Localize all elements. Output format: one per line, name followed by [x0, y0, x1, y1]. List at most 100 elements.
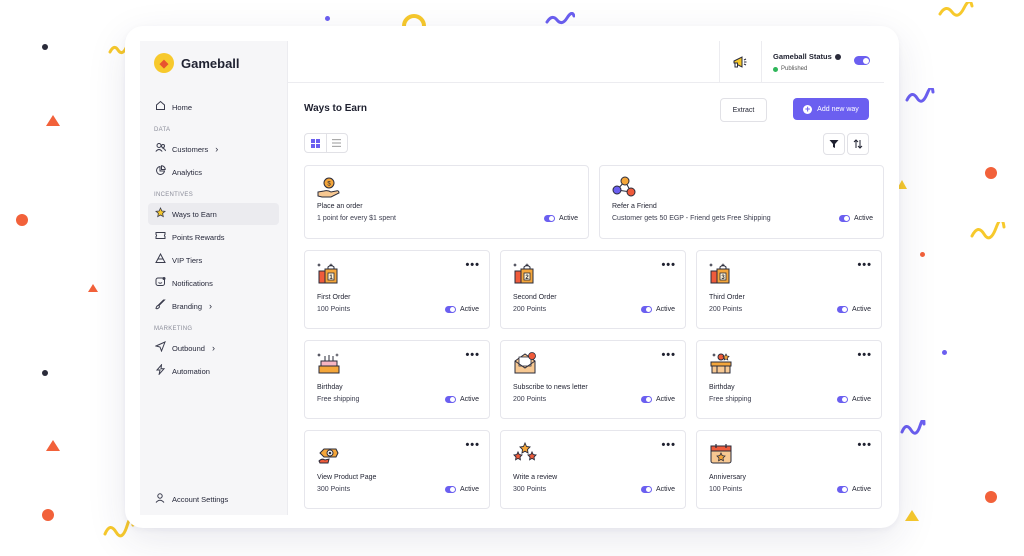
confetti-triangle [905, 510, 919, 521]
account-settings-button[interactable]: Account Settings [154, 493, 228, 506]
sidebar-item-analytics[interactable]: Analytics [148, 161, 279, 183]
card-status: Active [444, 396, 479, 403]
add-new-way-label: Add new way [817, 105, 859, 113]
chevron-right-icon: › [209, 301, 213, 311]
more-options-icon[interactable]: ••• [465, 259, 480, 271]
active-toggle[interactable] [444, 486, 456, 493]
sidebar-item-outbound[interactable]: Outbound › [148, 337, 279, 359]
card-status: Active [640, 306, 675, 313]
nav-section-label: MARKETING [154, 326, 193, 332]
more-options-icon[interactable]: ••• [661, 439, 676, 451]
card-status: Active [640, 486, 675, 493]
status-label: Active [851, 396, 871, 403]
sidebar-item-vip-tiers[interactable]: VIP Tiers [148, 249, 279, 271]
bolt-icon [154, 363, 166, 378]
filter-button[interactable] [823, 133, 845, 155]
earn-card[interactable]: Birthday Free shipping Active ••• [304, 340, 490, 419]
info-icon[interactable] [834, 54, 841, 61]
sidebar-item-label: Customers [172, 144, 209, 154]
active-toggle[interactable] [836, 486, 848, 493]
active-toggle[interactable] [640, 486, 652, 493]
grid-view-button[interactable] [305, 134, 327, 152]
sidebar-item-home[interactable]: Home [148, 96, 279, 118]
status-label: Active [558, 215, 578, 222]
tiers-icon [154, 252, 166, 267]
confetti-circle [985, 491, 997, 503]
active-toggle[interactable] [836, 396, 848, 403]
active-toggle[interactable] [640, 306, 652, 313]
ticket-icon [154, 230, 166, 244]
sidebar-item-automation[interactable]: Automation [148, 360, 279, 382]
grid-icon [310, 138, 320, 148]
confetti-squiggle [970, 222, 1006, 240]
sidebar-item-label: Points Rewards [172, 232, 225, 242]
active-toggle[interactable] [838, 215, 850, 222]
active-toggle[interactable] [444, 306, 456, 313]
card-title: Write a review [513, 474, 558, 481]
card-status: Active [543, 215, 578, 222]
referral-icon [611, 176, 637, 200]
status-label: Active [655, 486, 675, 493]
sidebar-item-customers[interactable]: Customers › [148, 138, 279, 160]
card-title: Place an order [317, 203, 363, 210]
newsletter-icon [512, 351, 538, 375]
earn-card[interactable]: 3 Third Order 200 Points Active ••• [696, 250, 882, 329]
earn-card[interactable]: Subscribe to news letter 200 Points Active… [500, 340, 686, 419]
more-options-icon[interactable]: ••• [465, 349, 480, 361]
earn-card[interactable]: Birthday Free shipping Active ••• [696, 340, 882, 419]
card-title: Subscribe to news letter [513, 384, 588, 391]
earn-card[interactable]: 1 First Order 100 Points Active ••• [304, 250, 490, 329]
earn-card[interactable]: Refer a Friend Customer gets 50 EGP - Fri… [599, 165, 884, 239]
active-toggle[interactable] [444, 396, 456, 403]
logo[interactable]: ◆ Gameball [154, 53, 240, 73]
sidebar-item-label: Ways to Earn [172, 209, 217, 219]
sort-button[interactable] [847, 133, 869, 155]
active-toggle[interactable] [836, 306, 848, 313]
sidebar-item-ways-to-earn[interactable]: Ways to Earn [148, 203, 279, 225]
sidebar-item-points-rewards[interactable]: Points Rewards [148, 226, 279, 248]
megaphone-icon [733, 55, 747, 68]
confetti-triangle [46, 440, 60, 451]
card-title: Third Order [709, 294, 745, 301]
card-title: Refer a Friend [612, 203, 657, 210]
confetti-dot [942, 350, 947, 355]
earn-card[interactable]: Write a review 300 Points Active ••• [500, 430, 686, 509]
earn-card[interactable]: $ Place an order 1 point for every $1 spen… [304, 165, 589, 239]
earn-card[interactable]: 2 Second Order 200 Points Active ••• [500, 250, 686, 329]
card-title: Second Order [513, 294, 557, 301]
more-options-icon[interactable]: ••• [857, 439, 872, 451]
more-options-icon[interactable]: ••• [661, 349, 676, 361]
confetti-squiggle [545, 12, 575, 25]
sort-icon [853, 139, 863, 149]
status-label: Active [459, 486, 479, 493]
active-toggle[interactable] [640, 396, 652, 403]
earn-card[interactable]: View Product Page 300 Points Active ••• [304, 430, 490, 509]
sidebar: ◆ Gameball Home DATA Customers › Analytics IN… [140, 41, 288, 515]
more-options-icon[interactable]: ••• [857, 259, 872, 271]
add-new-way-button[interactable]: + Add new way [793, 98, 869, 120]
second-order-icon: 2 [512, 261, 538, 285]
status-toggle[interactable] [854, 56, 870, 65]
more-options-icon[interactable]: ••• [661, 259, 676, 271]
more-options-icon[interactable]: ••• [857, 349, 872, 361]
brush-icon [154, 299, 166, 313]
status-label: Active [851, 486, 871, 493]
confetti-circle [16, 214, 28, 226]
more-options-icon[interactable]: ••• [465, 439, 480, 451]
sidebar-item-branding[interactable]: Branding › [148, 295, 279, 317]
list-view-button[interactable] [327, 134, 348, 152]
sidebar-item-notifications[interactable]: Notifications [148, 272, 279, 294]
top-bar: Gameball Status Published [287, 41, 884, 83]
active-toggle[interactable] [543, 215, 555, 222]
confetti-ring [402, 14, 426, 26]
card-status: Active [444, 306, 479, 313]
earn-card[interactable]: Anniversary 100 Points Active ••• [696, 430, 882, 509]
home-icon [154, 100, 166, 114]
announcement-button[interactable] [719, 41, 760, 82]
nav-section-label: DATA [154, 127, 171, 133]
birthday-cake-icon [316, 351, 342, 375]
card-title: View Product Page [317, 474, 377, 481]
status-label: Active [459, 306, 479, 313]
star-icon [154, 207, 166, 221]
extract-button[interactable]: Extract [720, 98, 767, 122]
